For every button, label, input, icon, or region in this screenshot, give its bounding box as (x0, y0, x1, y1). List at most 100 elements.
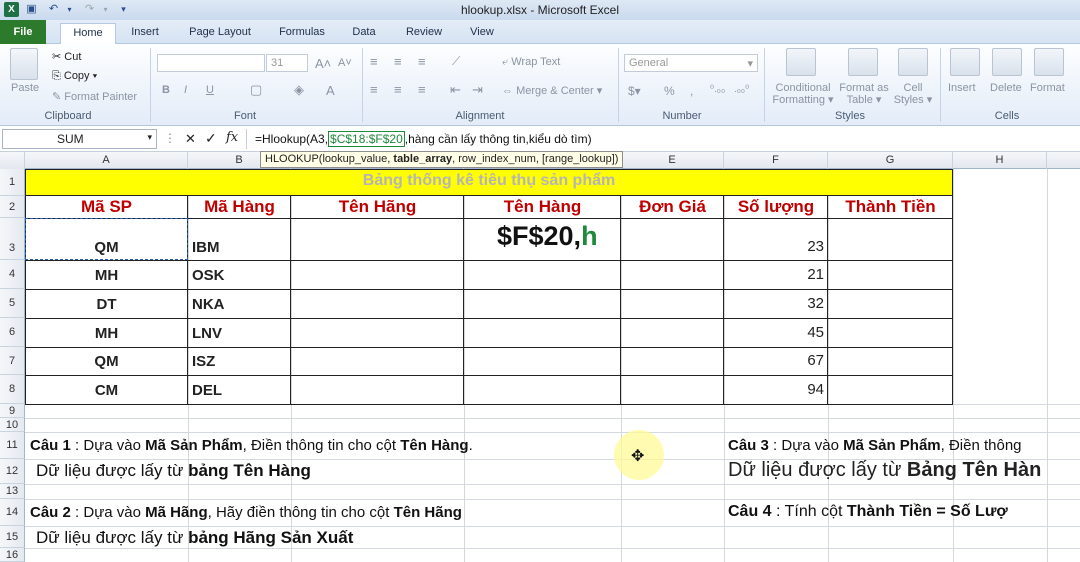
cell-ma-hang[interactable]: IBM (192, 239, 220, 256)
row-header-15[interactable]: 15 (0, 526, 25, 548)
question-4[interactable]: Câu 4 : Tính cột Thành Tiền = Số Lượ (728, 503, 1080, 521)
tab-formulas[interactable]: Formulas (272, 23, 332, 44)
cut-button[interactable]: ✂ Cut (52, 50, 81, 63)
cell-so-luong[interactable]: 23 (724, 238, 824, 255)
bold-icon[interactable]: B (162, 84, 170, 96)
question-3-source[interactable]: Dữ liệu được lấy từ Bảng Tên Hàn (728, 459, 1080, 482)
q-text: : Tính cột (771, 503, 847, 520)
merge-center-button[interactable]: ⇔ Merge & Center ▾ (502, 84, 602, 97)
align-middle-icon[interactable]: ≡ (394, 54, 402, 69)
row-header-6[interactable]: 6 (0, 318, 25, 347)
tab-insert[interactable]: Insert (120, 23, 170, 44)
row-header-10[interactable]: 10 (0, 418, 25, 432)
name-box[interactable]: SUM ▾ (2, 129, 157, 149)
question-2-source[interactable]: Dữ liệu được lấy từ bảng Hãng Sản Xuất (36, 528, 353, 548)
decrease-decimal-icon[interactable]: .₀₀⁰ (734, 84, 749, 95)
row-header-9[interactable]: 9 (0, 404, 25, 418)
question-1[interactable]: Câu 1 : Dựa vào Mã Sản Phẩm, Điền thông … (30, 437, 473, 454)
cell-ma-hang[interactable]: NKA (192, 296, 225, 313)
row-header-1[interactable]: 1 (0, 169, 25, 196)
cell-ma-sp[interactable]: QM (25, 353, 188, 370)
column-header-h[interactable]: H (953, 152, 1047, 169)
cell-so-luong[interactable]: 32 (724, 295, 824, 312)
font-color-icon[interactable]: A (326, 83, 335, 98)
column-header-e[interactable]: E (621, 152, 724, 169)
cell-ma-hang[interactable]: ISZ (192, 353, 215, 370)
row-header-14[interactable]: 14 (0, 499, 25, 526)
cell-ma-sp[interactable]: MH (25, 267, 188, 284)
column-header-i[interactable] (1047, 152, 1080, 169)
currency-icon[interactable]: $▾ (628, 84, 641, 98)
tab-view[interactable]: View (462, 23, 502, 44)
cell-so-luong[interactable]: 45 (724, 324, 824, 341)
italic-icon[interactable]: I (184, 84, 187, 96)
cell-so-luong[interactable]: 21 (724, 266, 824, 283)
row-header-2[interactable]: 2 (0, 196, 25, 218)
row-header-8[interactable]: 8 (0, 375, 25, 404)
comma-style-icon[interactable]: , (690, 84, 693, 98)
font-name-dropdown[interactable] (157, 54, 265, 72)
grow-font-icon[interactable]: A˄ (315, 56, 331, 71)
cell-ma-hang[interactable]: DEL (192, 382, 222, 399)
cell-ma-sp[interactable]: MH (25, 325, 188, 342)
cell-ma-sp[interactable]: DT (25, 296, 188, 313)
conditional-formatting-button[interactable]: Conditional Formatting ▾ (770, 82, 836, 106)
align-right-icon[interactable]: ≡ (418, 82, 426, 97)
cell-ma-hang[interactable]: OSK (192, 267, 225, 284)
increase-decimal-icon[interactable]: ⁰.₀₀ (710, 84, 725, 95)
orientation-icon[interactable]: ⟋ (452, 54, 460, 69)
align-center-icon[interactable]: ≡ (394, 82, 402, 97)
question-3[interactable]: Câu 3 : Dựa vào Mã Sản Phẩm, Điền thông (728, 437, 1080, 454)
format-button[interactable]: Format (1030, 82, 1065, 94)
cancel-icon[interactable]: ✕ (185, 131, 196, 147)
cell-ma-sp[interactable]: QM (25, 239, 188, 256)
format-painter-button[interactable]: ✎ Format Painter (52, 90, 137, 103)
paste-button[interactable]: Paste (11, 82, 39, 94)
cell-styles-button[interactable]: Cell Styles ▾ (892, 82, 934, 106)
column-header-a[interactable]: A (25, 152, 188, 169)
cell-editing-formula[interactable]: $F$20,h (466, 221, 620, 259)
shrink-font-icon[interactable]: A˅ (338, 57, 352, 69)
font-size-dropdown[interactable]: 31 (266, 54, 308, 72)
cell-ma-sp[interactable]: CM (25, 382, 188, 399)
row-header-11[interactable]: 11 (0, 432, 25, 459)
row-header-5[interactable]: 5 (0, 289, 25, 318)
number-format-dropdown[interactable]: General ▾ (624, 54, 758, 72)
formula-input[interactable]: =Hlookup(A3, $C$18:$F$20 ,hàng cần lấy thô… (246, 129, 1078, 149)
tab-home[interactable]: Home (60, 23, 116, 44)
row-header-16[interactable]: 16 (0, 548, 25, 562)
column-header-g[interactable]: G (828, 152, 953, 169)
column-header-f[interactable]: F (724, 152, 828, 169)
row-header-12[interactable]: 12 (0, 459, 25, 484)
tab-page-layout[interactable]: Page Layout (180, 23, 260, 44)
fill-color-icon[interactable]: ◈ (294, 82, 304, 98)
tab-file[interactable]: File (0, 20, 46, 44)
enter-check-icon[interactable]: ✓ (205, 130, 217, 147)
cell-so-luong[interactable]: 67 (724, 352, 824, 369)
wrap-text-button[interactable]: ⤶ Wrap Text (502, 56, 560, 69)
question-1-source[interactable]: Dữ liệu được lấy từ bảng Tên Hàng (36, 461, 311, 481)
increase-indent-icon[interactable]: ⇥ (472, 82, 483, 98)
delete-button[interactable]: Delete (990, 82, 1022, 94)
insert-button[interactable]: Insert (948, 82, 976, 94)
tab-review[interactable]: Review (396, 23, 452, 44)
cell-ma-hang[interactable]: LNV (192, 325, 222, 342)
border-icon[interactable]: ▢ (250, 82, 262, 98)
row-header-3[interactable]: 3 (0, 218, 25, 260)
row-header-7[interactable]: 7 (0, 347, 25, 375)
underline-icon[interactable]: U (206, 84, 214, 96)
percent-icon[interactable]: % (664, 84, 675, 98)
copy-button[interactable]: ⎘ Copy ▾ (52, 70, 97, 83)
align-bottom-icon[interactable]: ≡ (418, 54, 426, 69)
row-header-13[interactable]: 13 (0, 484, 25, 499)
select-all-corner[interactable] (0, 152, 25, 169)
format-as-table-button[interactable]: Format as Table ▾ (836, 82, 892, 106)
align-left-icon[interactable]: ≡ (370, 82, 378, 97)
question-2[interactable]: Câu 2 : Dựa vào Mã Hãng, Hãy điền thông … (30, 504, 462, 521)
decrease-indent-icon[interactable]: ⇤ (450, 82, 461, 98)
cell-so-luong[interactable]: 94 (724, 381, 824, 398)
tab-data[interactable]: Data (344, 23, 384, 44)
align-top-icon[interactable]: ≡ (370, 54, 378, 69)
insert-function-icon[interactable]: fx (226, 130, 238, 145)
row-header-4[interactable]: 4 (0, 260, 25, 289)
